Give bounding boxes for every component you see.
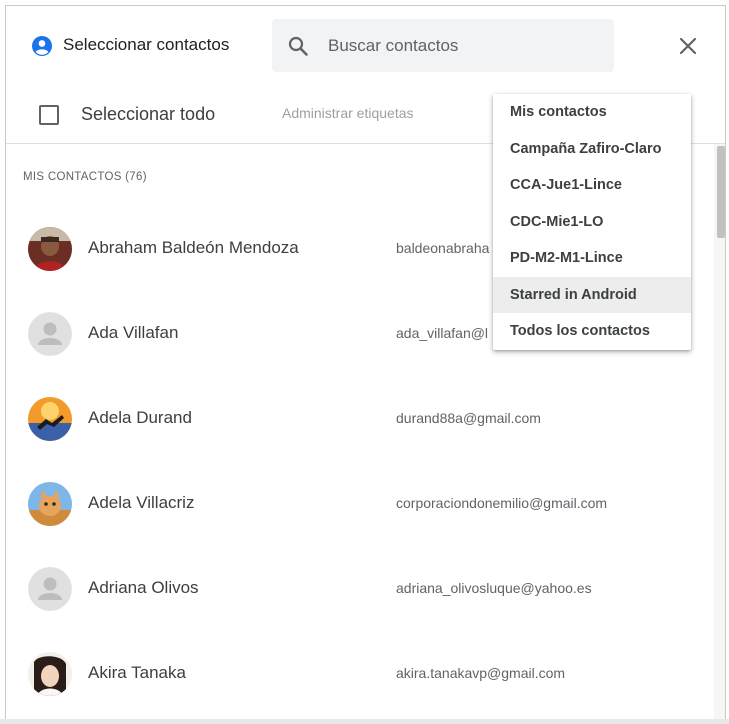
search-icon[interactable] [286, 34, 310, 58]
dialog-title: Seleccionar contactos [63, 35, 230, 54]
contact-row[interactable]: Adela Durand durand88a@gmail.com [6, 376, 711, 461]
contact-avatar [28, 652, 72, 696]
contact-avatar [28, 397, 72, 441]
contact-email: corporaciondonemilio@gmail.com [396, 495, 608, 511]
contact-name: Adriana Olivos [88, 578, 199, 597]
menu-item-cdc-mie1-lo[interactable]: CDC-Mie1-LO [493, 204, 691, 240]
default-avatar-icon [28, 312, 72, 356]
contact-row[interactable]: Adela Villacriz corporaciondonemilio@gma… [6, 461, 711, 546]
contact-name: Adela Villacriz [88, 493, 195, 512]
menu-item-mis-contactos[interactable]: Mis contactos [493, 94, 691, 130]
contact-name: Ada Villafan [88, 323, 179, 342]
contact-email: baldeonabraha [396, 240, 490, 256]
contact-email: durand88a@gmail.com [396, 410, 541, 426]
select-all-checkbox[interactable] [39, 104, 59, 125]
search-input[interactable] [328, 32, 598, 60]
contact-row[interactable]: Adriana Olivos adriana_olivosluque@yahoo… [6, 546, 711, 631]
menu-item-pd-m2-m1-lince[interactable]: PD-M2-M1-Lince [493, 240, 691, 276]
select-all-control[interactable]: Seleccionar todo [39, 104, 215, 125]
bottom-edge [0, 719, 729, 724]
contact-email: adriana_olivosluque@yahoo.es [396, 580, 592, 596]
contact-row[interactable]: Akira Tanaka akira.tanakavp@gmail.com [6, 631, 711, 716]
scrollbar[interactable] [714, 144, 725, 724]
default-avatar-icon [28, 567, 72, 611]
contact-name: Adela Durand [88, 408, 192, 427]
contact-email: ada_villafan@l [396, 325, 489, 341]
search-box[interactable] [272, 19, 614, 72]
section-header: MIS CONTACTOS (76) [23, 171, 147, 183]
contact-email: akira.tanakavp@gmail.com [396, 665, 566, 681]
labels-dropdown-menu: Mis contactos Campaña Zafiro-Claro CCA-J… [493, 94, 691, 350]
menu-item-todos-los-contactos[interactable]: Todos los contactos [493, 313, 691, 349]
close-icon[interactable] [676, 34, 700, 58]
scrollbar-thumb[interactable] [717, 146, 725, 238]
manage-labels-button[interactable]: Administrar etiquetas [282, 105, 414, 121]
contact-avatar [28, 482, 72, 526]
menu-item-starred-in-android[interactable]: Starred in Android [493, 277, 691, 313]
select-all-label: Seleccionar todo [81, 104, 216, 124]
contact-name: Akira Tanaka [88, 663, 186, 682]
menu-item-campana-zafiro-claro[interactable]: Campaña Zafiro-Claro [493, 131, 691, 167]
account-circle-icon [32, 36, 52, 56]
contact-avatar [28, 227, 72, 271]
menu-item-cca-jue1-lince[interactable]: CCA-Jue1-Lince [493, 167, 691, 203]
contact-name: Abraham Baldeón Mendoza [88, 238, 299, 257]
